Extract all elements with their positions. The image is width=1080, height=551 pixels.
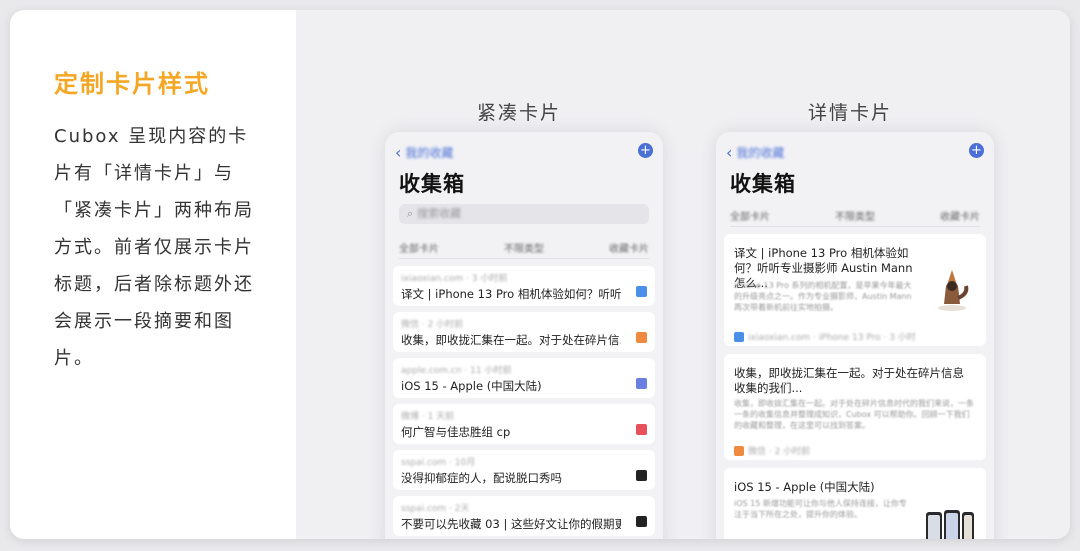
list-item[interactable]: apple.com.cn · 11 小时前 iOS 15 - Apple (中国…	[393, 358, 655, 398]
source-icon	[734, 331, 744, 342]
search-placeholder: 搜索收藏	[417, 207, 462, 220]
feature-panel: 定制卡片样式 Cubox 呈现内容的卡片有「详情卡片」与「紧凑卡片」两种布局方式…	[10, 10, 1070, 539]
compact-card-label: 紧凑卡片	[477, 102, 562, 124]
filter-all[interactable]: 全部卡片	[730, 208, 770, 223]
filter-type[interactable]: 不限类型	[504, 240, 544, 255]
source-icon	[636, 378, 647, 389]
back-button[interactable]: ‹ 我的收藏	[726, 144, 784, 161]
detail-card[interactable]: iOS 15 - Apple (中国大陆) iOS 15 新增功能可让你与他人保…	[724, 468, 986, 539]
detail-card-label: 详情卡片	[808, 102, 893, 124]
filter-starred[interactable]: 收藏卡片	[609, 240, 649, 255]
add-icon[interactable]: +	[969, 143, 984, 158]
card-meta: apple.com.cn · 11 小时前	[401, 366, 512, 376]
search-input[interactable]: ⌕ 搜索收藏	[399, 204, 649, 224]
card-title: 何广智与佳忠胜组 cp	[401, 425, 511, 439]
page-title: 收集箱	[399, 172, 465, 196]
card-title: 没得抑郁症的人，配说脱口秀吗	[401, 471, 562, 485]
filter-type[interactable]: 不限类型	[835, 208, 875, 223]
list-item[interactable]: 微信 · 2 小时前 收集，即收拢汇集在一起。对于处在碎片信...	[393, 312, 655, 352]
add-icon[interactable]: +	[638, 143, 653, 158]
fox-figurine-image	[938, 270, 969, 311]
chevron-left-icon: ‹	[395, 142, 402, 162]
card-meta: sspai.com · 2天	[401, 504, 470, 514]
filter-starred[interactable]: 收藏卡片	[940, 208, 980, 223]
source-icon	[636, 286, 647, 297]
preview-area: 紧凑卡片 详情卡片 ‹ 我的收藏 + 收集箱 ⌕ 搜索收藏 全部卡片 不限类型 收…	[296, 10, 1070, 539]
list-item[interactable]: ixiaoxian.com · 3 小时前 译文 | iPhone 13 Pro…	[393, 266, 655, 306]
list-item[interactable]: 微博 · 1 天前 何广智与佳忠胜组 cp	[393, 404, 655, 444]
chevron-left-icon: ‹	[726, 142, 733, 162]
card-title: 不要可以先收藏 03 | 这些好文让你的假期更...	[401, 517, 621, 531]
iphone-product-image	[926, 510, 974, 539]
page-title: 收集箱	[730, 172, 796, 196]
compact-phone-preview: ‹ 我的收藏 + 收集箱 ⌕ 搜索收藏 全部卡片 不限类型 收藏卡片 ixiaox…	[385, 132, 663, 539]
list-item[interactable]: sspai.com · 10月 没得抑郁症的人，配说脱口秀吗	[393, 450, 655, 490]
card-footer-text: ixiaoxian.com · iPhone 13 Pro · 3 小时	[748, 333, 916, 343]
filter-bar: 全部卡片 不限类型 收藏卡片	[730, 204, 980, 227]
card-footer-text: 微信 · 2 小时前	[748, 447, 811, 457]
card-title: 译文 | iPhone 13 Pro 相机体验如何？听听...	[401, 287, 621, 301]
back-label: 我的收藏	[736, 146, 785, 160]
card-meta: 微信 · 2 小时前	[401, 320, 464, 330]
card-meta: 微博 · 1 天前	[401, 412, 455, 422]
card-meta: ixiaoxian.com · 3 小时前	[401, 274, 508, 284]
filter-bar: 全部卡片 不限类型 收藏卡片	[399, 236, 649, 259]
back-label: 我的收藏	[405, 146, 454, 160]
source-icon	[636, 516, 647, 527]
card-title: 收集，即收拢汇集在一起。对于处在碎片信息收集的我们...	[734, 366, 964, 395]
feature-title: 定制卡片样式	[54, 70, 210, 98]
source-icon	[636, 332, 647, 343]
card-summary: 收集，即收拢汇集在一起。对于处在碎片信息时代的我们来说，一条一条的收集信息并整理…	[734, 399, 974, 430]
card-summary: iPhone 13 Pro 系列的相机配置，是苹果今年最大的升级亮点之一。作为专…	[734, 281, 912, 312]
detail-card[interactable]: 收集，即收拢汇集在一起。对于处在碎片信息收集的我们... 收集，即收拢汇集在一起…	[724, 354, 986, 460]
list-item[interactable]: sspai.com · 2天 不要可以先收藏 03 | 这些好文让你的假期更..…	[393, 496, 655, 536]
card-title: iOS 15 - Apple (中国大陆)	[401, 379, 542, 393]
card-footer: ixiaoxian.com · iPhone 13 Pro · 3 小时	[734, 330, 916, 343]
detail-card[interactable]: 译文 | iPhone 13 Pro 相机体验如何？听听专业摄影师 Austin…	[724, 234, 986, 346]
card-summary: iOS 15 新增功能可让你与他人保持连接，让你专注于当下所在之处，提升你的体验…	[734, 499, 907, 519]
detail-phone-preview: ‹ 我的收藏 + 收集箱 全部卡片 不限类型 收藏卡片 译文 | iPhone …	[716, 132, 994, 539]
card-title: iOS 15 - Apple (中国大陆)	[734, 480, 875, 494]
source-icon	[636, 470, 647, 481]
card-title: 收集，即收拢汇集在一起。对于处在碎片信...	[401, 333, 621, 347]
source-icon	[636, 424, 647, 435]
back-button[interactable]: ‹ 我的收藏	[395, 144, 453, 161]
search-icon: ⌕	[407, 207, 414, 220]
description-panel: 定制卡片样式 Cubox 呈现内容的卡片有「详情卡片」与「紧凑卡片」两种布局方式…	[10, 10, 296, 539]
filter-all[interactable]: 全部卡片	[399, 240, 439, 255]
card-footer: 微信 · 2 小时前	[734, 444, 810, 457]
source-icon	[734, 445, 744, 456]
card-meta: sspai.com · 10月	[401, 458, 476, 468]
feature-description: Cubox 呈现内容的卡片有「详情卡片」与「紧凑卡片」两种布局方式。前者仅展示卡…	[54, 126, 254, 369]
